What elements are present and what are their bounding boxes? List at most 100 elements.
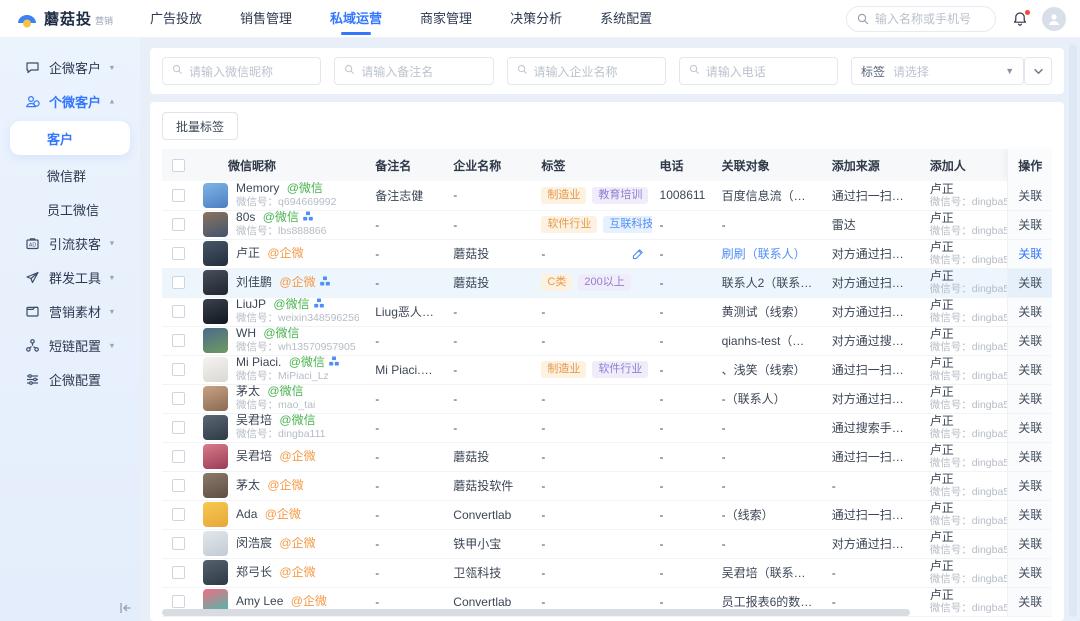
relate-action-link[interactable]: 关联 [1018,537,1042,551]
table-row[interactable]: 闵浩宸 @企微-铁甲小宝---对方通过扫一扫添加卢正微信号：dingba527关… [162,529,1052,558]
sidebar-item-qunfa-gongju[interactable]: 群发工具▼ [0,260,140,294]
row-checkbox[interactable] [172,566,185,579]
sidebar-subitem-weixinqun[interactable]: 微信群 [0,158,140,192]
global-search-input[interactable]: 输入名称或手机号 [846,6,996,32]
sidebar-subitem-kehu[interactable]: 客户 [10,121,130,155]
tag-filter-select[interactable]: 标签 请选择 ▼ [851,57,1024,85]
relate-action-link[interactable]: 关联 [1018,363,1042,377]
sidebar-item-label: 个微客户 [49,92,101,111]
filter-expand-button[interactable] [1024,57,1052,85]
sidebar-item-yinliu-huoke[interactable]: AD引流获客▼ [0,226,140,260]
relate-action-link[interactable]: 关联 [1018,392,1042,406]
row-checkbox[interactable] [172,363,185,376]
nav-item-analysis[interactable]: 决策分析 [510,0,562,38]
row-checkbox[interactable] [172,479,185,492]
select-all-checkbox[interactable] [172,159,185,172]
notification-bell-icon[interactable] [1012,11,1028,27]
remark-filter-input[interactable]: 请输入备注名 [334,57,493,85]
wechat-id: 微信号：dingba111 [236,428,326,441]
table-row[interactable]: Memory @微信微信号：q694669992备注志健-制造业教育培训1008… [162,181,1052,210]
table-row[interactable]: 茅太 @企微-蘑菇投软件----卢正微信号：dingba527关联 [162,471,1052,500]
relate-action-link[interactable]: 关联 [1018,276,1042,290]
company-filter-input[interactable]: 请输入企业名称 [507,57,666,85]
nav-item-ad[interactable]: 广告投放 [150,0,202,38]
nav-item-merchant[interactable]: 商家管理 [420,0,472,38]
adder-cell: 卢正微信号：dingba527 [922,210,1008,239]
row-checkbox[interactable] [172,595,185,608]
nickname-cell: 卢正 @企微 [195,239,367,268]
tags-cell: - [533,500,651,529]
tags-cell: 制造业软件行业 [533,355,651,384]
table-row[interactable]: 80s @微信微信号：lbs888866--软件行业互联科技--雷达卢正微信号：… [162,210,1052,239]
phone-filter-input[interactable]: 请输入电话 [679,57,838,85]
company-cell: - [445,326,533,355]
row-checkbox[interactable] [172,392,185,405]
table-row[interactable]: 刘佳鹏 @企微-蘑菇投C类200以上-联系人2（联系人）对方通过扫一扫添加卢正微… [162,268,1052,297]
relate-action-link[interactable]: 关联 [1018,218,1042,232]
sidebar-item-qiwei-kehu[interactable]: 企微客户▼ [0,50,140,84]
company-cell: - [445,413,533,442]
ad-icon: AD [24,236,40,251]
row-checkbox[interactable] [172,276,185,289]
sidebar-collapse-button[interactable] [118,601,132,615]
relate-action-link[interactable]: 关联 [1018,305,1042,319]
nickname-filter-input[interactable]: 请输入微信昵称 [162,57,321,85]
horizontal-scrollbar-thumb[interactable] [162,609,910,616]
table-row[interactable]: LiuJP @微信微信号：weixin348596256Liug恶人备注---黄… [162,297,1052,326]
table-row[interactable]: Ada @企微-Convertlab---（线索）通过扫一扫添加卢正微信号：di… [162,500,1052,529]
relate-action-link[interactable]: 关联 [1018,566,1042,580]
table-row[interactable]: 吴君培 @企微-蘑菇投---通过扫一扫添加卢正微信号：dingba527关联 [162,442,1052,471]
row-checkbox[interactable] [172,189,185,202]
nickname-cell: 刘佳鹏 @企微 [195,268,367,297]
relate-action-link[interactable]: 关联 [1018,189,1042,203]
relate-action-link[interactable]: 关联 [1018,421,1042,435]
relate-action-link[interactable]: 关联 [1018,479,1042,493]
table-row[interactable]: 茅太 @微信微信号：mao_tai-----（联系人）对方通过扫一扫添加卢正微信… [162,384,1052,413]
nickname-cell: Mi Piaci. @微信微信号：MiPiaci_Lz [195,355,367,384]
row-checkbox[interactable] [172,421,185,434]
tag-badge: 软件行业 [541,216,597,233]
company-cell: Convertlab [445,500,533,529]
nav-item-private-domain[interactable]: 私域运营 [330,0,382,38]
remark-cell: 备注志健 [367,181,445,210]
company-cell: 蘑菇投 [445,239,533,268]
table-row[interactable]: WH @微信微信号：wh13570957905----qianhs-test（联… [162,326,1052,355]
nav-item-system[interactable]: 系统配置 [600,0,652,38]
tag-badge: 制造业 [541,361,586,378]
table-row[interactable]: 郑弓长 @企微-卫瓴科技--吴君培（联系人）-卢正微信号：dingba527关联 [162,558,1052,587]
row-checkbox[interactable] [172,450,185,463]
row-checkbox[interactable] [172,305,185,318]
batch-tag-button[interactable]: 批量标签 [162,112,238,140]
sidebar-item-gewei-kehu[interactable]: 个微客户▲ [0,84,140,118]
remark-cell: - [367,500,445,529]
row-checkbox[interactable] [172,218,185,231]
row-checkbox[interactable] [172,247,185,260]
phone-cell: - [652,355,714,384]
sidebar-item-duanlian-peizhi[interactable]: 短链配置▼ [0,328,140,362]
avatar [203,560,228,585]
sidebar-item-label: 企微配置 [49,370,101,389]
relate-action-link[interactable]: 关联 [1018,450,1042,464]
sidebar-item-yingxiao-sucai[interactable]: 营销素材▼ [0,294,140,328]
add-source-cell: - [824,471,922,500]
relate-action-link[interactable]: 关联 [1018,595,1042,609]
relate-action-link[interactable]: 关联 [1018,247,1042,261]
relate-action-link[interactable]: 关联 [1018,334,1042,348]
related-object-cell[interactable]: 刷刷（联系人） [714,239,824,268]
nav-item-sales[interactable]: 销售管理 [240,0,292,38]
sidebar-item-qiwei-peizhi[interactable]: 企微配置 [0,362,140,396]
table-row[interactable]: 吴君培 @微信微信号：dingba111-----通过搜索手机号添加卢正微信号：… [162,413,1052,442]
vertical-scrollbar[interactable] [1069,44,1077,617]
edit-tags-icon[interactable] [632,248,644,260]
table-row[interactable]: 卢正 @企微-蘑菇投--刷刷（联系人）对方通过扫一扫添加卢正微信号：dingba… [162,239,1052,268]
row-checkbox[interactable] [172,334,185,347]
row-checkbox[interactable] [172,537,185,550]
org-badge-icon [329,356,339,369]
row-checkbox[interactable] [172,508,185,521]
table-row[interactable]: Mi Piaci. @微信微信号：MiPiaci_LzMi Piaci.速速破-… [162,355,1052,384]
relate-action-link[interactable]: 关联 [1018,508,1042,522]
tag-badge: 教育培训 [592,187,648,204]
topbar: 蘑菇投 营销 广告投放 销售管理 私域运营 商家管理 决策分析 系统配置 输入名… [0,0,1080,38]
user-avatar[interactable] [1042,7,1066,31]
sidebar-subitem-yuangong-weixin[interactable]: 员工微信 [0,192,140,226]
